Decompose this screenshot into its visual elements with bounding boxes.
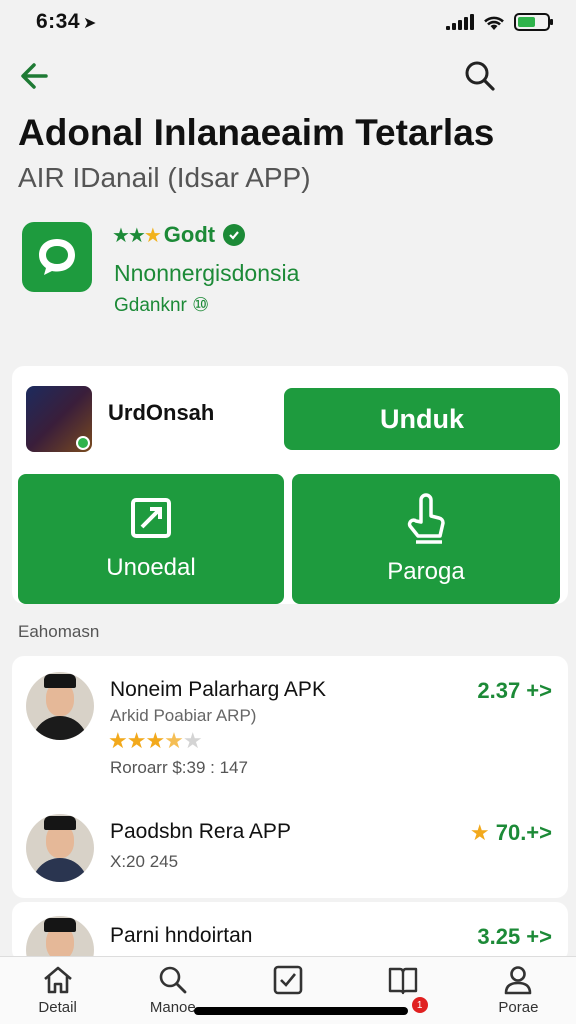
page-subtitle: AIR IDanail (Idsar APP) [18,162,311,193]
mini-app-label: UrdOnsah [108,400,215,425]
rating-stars: ★★★ [112,224,162,247]
avatar [26,672,94,740]
open-tile-label: Paroga [387,558,465,585]
battery-fill [518,17,535,27]
list-item-title: Noneim Palarharg APK [110,678,326,701]
update-tile-label: Unoedal [106,554,196,581]
star-icon: ★ [469,820,490,845]
download-button[interactable]: Unduk [284,388,560,450]
verified-check-icon [223,224,246,246]
nav-label: Manoe [149,999,196,1016]
update-tile-button[interactable]: Unoedal [18,474,284,604]
game-thumbnail [26,386,92,452]
tap-hand-icon [407,493,445,544]
list-item-title: Parni hndoirtan [110,924,253,947]
rating-stars: ★★★★★ [108,728,203,753]
results-card: Noneim Palarharg APK Arkid Poabiar ARP) … [12,656,568,898]
cellular-signal-icon [446,14,474,30]
back-arrow-icon [21,63,48,89]
location-arrow-icon: ➤ [83,15,97,32]
search-icon [159,966,187,994]
battery-icon [514,13,553,31]
home-icon [43,966,72,994]
list-item-subtitle: Arkid Poabiar ARP) [110,706,257,725]
list-item-value-text: 70.+> [495,820,552,845]
avatar [26,814,94,882]
checkbox-icon [273,965,303,995]
app-rating-row: ★★★ Godt [112,222,246,248]
section-label: Eahomasn [18,622,100,641]
list-item-value[interactable]: ★ 70.+> [470,820,552,846]
status-time: 6:34 ➤ [36,10,96,34]
list-item-value[interactable]: 2.37 +> [477,678,552,704]
thumbnail-badge-icon [76,436,90,450]
nav-item-profile[interactable]: Porae [461,957,576,1024]
status-bar: 6:34 ➤ [0,0,576,44]
app-developer[interactable]: Nnonnergisdonsia [114,260,299,287]
notification-badge: 1 [411,997,428,1013]
list-item-title: Paodsbn Rera APP [110,820,291,843]
nav-label: Porae [498,999,539,1016]
app-meta: Gdanknr ⑩ [114,295,210,316]
results-card: Parni hndoirtan 3.25 +> [12,902,568,962]
back-button[interactable] [16,56,56,96]
search-button[interactable] [460,56,500,96]
profile-icon [505,966,532,995]
action-card: UrdOnsah Unduk Unoedal Paroga [12,366,568,604]
page-title: Adonal Inlanaeaim Tetarlas [18,112,495,153]
app-icon [22,222,92,292]
list-item-value[interactable]: 3.25 +> [477,924,552,950]
nav-item-detail[interactable]: Detail [0,957,115,1024]
open-tile-button[interactable]: Paroga [292,474,560,604]
search-icon [465,61,495,91]
status-icons [446,13,553,31]
nav-label: Detail [38,999,77,1016]
rating-label: Godt [163,222,216,247]
time-text: 6:34 [36,10,81,33]
list-item-meta: X:20 245 [110,852,179,871]
list-item-meta: Roroarr $:39 : 147 [110,758,248,777]
book-icon [389,967,418,995]
edit-box-icon [131,498,171,538]
wifi-icon [484,16,504,30]
home-indicator [194,1007,408,1015]
chat-bubble-icon [39,239,75,275]
top-nav [0,52,576,98]
